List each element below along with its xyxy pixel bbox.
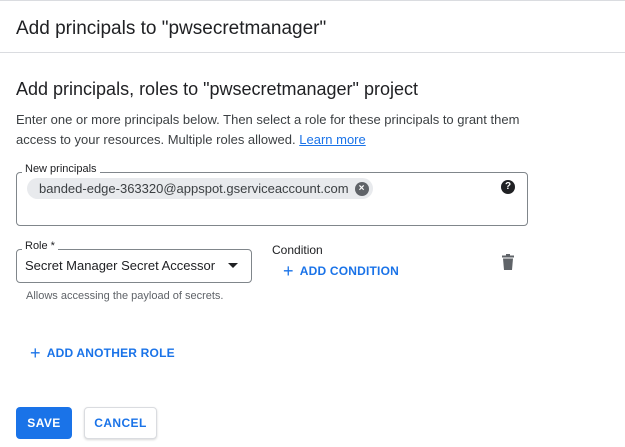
section-description: Enter one or more principals below. Then… xyxy=(16,110,536,150)
cancel-button[interactable]: CANCEL xyxy=(84,407,157,439)
chip-remove-icon[interactable]: × xyxy=(354,181,369,196)
add-another-role-label: ADD ANOTHER ROLE xyxy=(46,346,175,360)
add-condition-label: ADD CONDITION xyxy=(299,264,399,278)
learn-more-link[interactable]: Learn more xyxy=(299,132,365,147)
help-icon[interactable]: ? xyxy=(501,180,515,194)
add-condition-button[interactable]: + ADD CONDITION xyxy=(283,261,399,281)
panel-title: Add principals to "pwsecretmanager" xyxy=(16,18,327,39)
description-text: Enter one or more principals below. Then… xyxy=(16,112,520,147)
principal-chip[interactable]: banded-edge-363320@appspot.gserviceaccou… xyxy=(27,178,373,199)
save-button[interactable]: SAVE xyxy=(16,407,72,439)
section-title: Add principals, roles to "pwsecretmanage… xyxy=(16,79,418,99)
role-hint: Allows accessing the payload of secrets. xyxy=(26,290,224,302)
plus-icon: + xyxy=(283,261,294,281)
dropdown-caret-icon[interactable] xyxy=(228,263,238,268)
condition-label: Condition xyxy=(272,243,323,257)
add-another-role-button[interactable]: + ADD ANOTHER ROLE xyxy=(30,343,175,363)
panel-header: Add principals to "pwsecretmanager" xyxy=(0,0,625,53)
role-selected-value: Secret Manager Secret Accessor xyxy=(25,258,216,273)
principal-chip-label: banded-edge-363320@appspot.gserviceaccou… xyxy=(39,181,349,196)
delete-role-icon[interactable] xyxy=(501,254,515,270)
new-principals-label: New principals xyxy=(22,163,100,175)
plus-icon: + xyxy=(30,343,41,363)
role-label: Role * xyxy=(22,240,58,252)
